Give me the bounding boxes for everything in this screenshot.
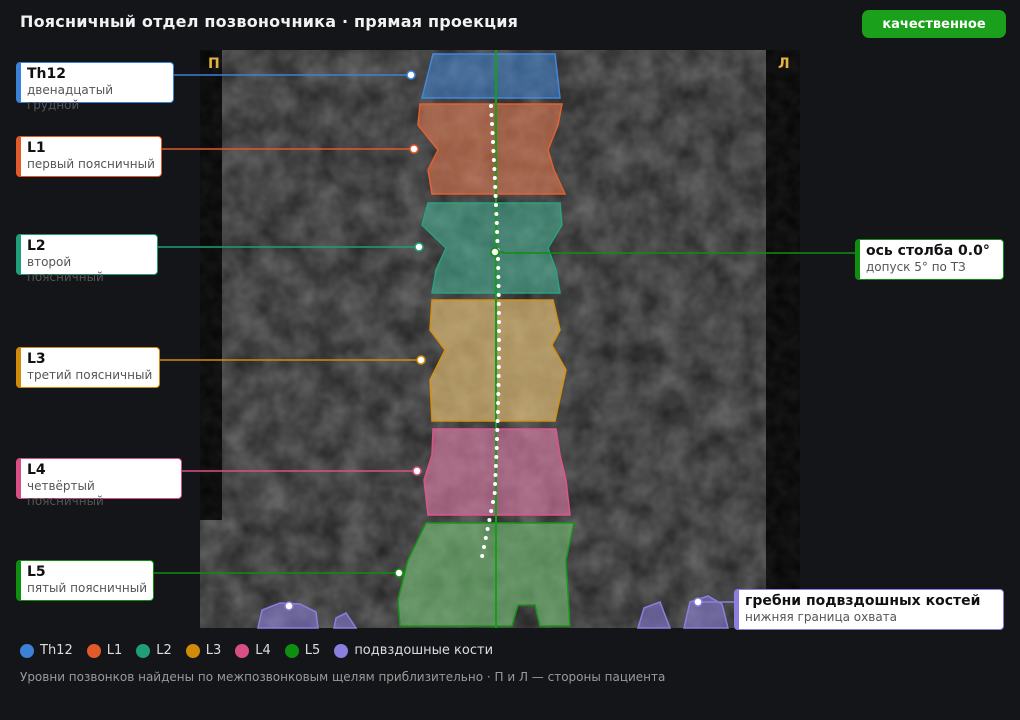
centerline-dot: [494, 212, 499, 216]
legend-swatch: [235, 643, 250, 658]
legend-item: Th12: [20, 643, 73, 658]
legend-label: подвздошные кости: [354, 643, 494, 658]
centerline-dot: [493, 194, 498, 198]
centerline-dot: [496, 257, 500, 261]
vertebra-desc: третий поясничный: [27, 368, 153, 382]
vertebra-desc: четвёртый поясничный: [27, 479, 104, 508]
centerline-dot: [485, 527, 490, 531]
centerline-dot: [495, 230, 500, 234]
centerline-dot: [494, 203, 498, 207]
axis-tolerance: допуск 5° по ТЗ: [866, 260, 966, 274]
centerline-dot: [490, 131, 495, 135]
vertebra-name: L4: [27, 462, 46, 478]
centerline-dot: [496, 365, 501, 369]
legend-swatch: [86, 643, 101, 658]
centerline-dot: [483, 536, 488, 540]
centerline-dot: [496, 374, 501, 378]
centerline-dot: [493, 482, 498, 486]
legend-swatch: [284, 643, 299, 658]
centerline-dot: [494, 455, 499, 459]
axis-angle: ось столба 0.0°: [866, 243, 990, 259]
iliac-title: гребни подвздошных костей: [745, 593, 981, 609]
vertebra-desc: двенадцатый грудной: [27, 83, 114, 112]
legend-swatch: [185, 643, 200, 658]
centerline-dot: [496, 311, 501, 315]
centerline-dot: [495, 410, 500, 414]
centerline-dot: [493, 473, 498, 477]
legend-label: L1: [106, 643, 123, 658]
centerline-dot: [480, 554, 485, 558]
centerline-dot: [491, 149, 496, 153]
side-marker-right: П: [208, 56, 220, 72]
legend-label: L2: [156, 643, 172, 658]
legend-item: L4: [235, 643, 271, 658]
vertebra-name: L2: [27, 238, 46, 254]
centerline-dot: [496, 302, 501, 306]
centerline-dot: [493, 464, 498, 468]
legend-item: подвздошные кости: [334, 643, 493, 658]
legend-swatch: [334, 643, 349, 658]
centerline-dot: [491, 158, 496, 162]
legend-swatch: [20, 643, 34, 658]
footnote: Уровни позвонков найдены по межпозвонков…: [20, 670, 666, 684]
centerline-dot: [497, 347, 501, 351]
centerline-dot: [493, 185, 498, 189]
legend-label: Th12: [40, 643, 73, 658]
centerline-dot: [491, 140, 495, 144]
legend-item: L2: [136, 643, 172, 658]
centerline-dot: [496, 266, 501, 270]
side-marker-left: Л: [778, 56, 790, 72]
legend-swatch: [136, 643, 151, 658]
spine-axis-label[interactable]: ось столба 0.0° допуск 5° по ТЗ: [855, 239, 1004, 280]
centerline-dot: [496, 383, 501, 387]
vertebra-label-th12[interactable]: Th12 двенадцатый грудной: [16, 62, 174, 112]
centerline-dot: [487, 518, 492, 522]
centerline-dot: [495, 437, 499, 441]
legend: Th12 L1 L2 L3 L4 L5 подвздошные кости: [20, 643, 493, 658]
centerline-dot: [489, 113, 494, 117]
centerline-dot: [496, 401, 501, 405]
centerline-dot: [496, 284, 501, 288]
vertebra-label-l2[interactable]: L2 второй поясничный: [16, 234, 158, 284]
centerline-dot: [491, 500, 495, 504]
vertebra-name: L1: [27, 140, 46, 156]
centerline-dot: [492, 491, 497, 495]
centerline-dot: [497, 329, 501, 333]
centerline-dot: [489, 509, 494, 513]
vertebra-desc: первый поясничный: [27, 157, 155, 171]
vertebra-label-l5[interactable]: L5 пятый поясничный: [16, 560, 154, 601]
centerline-dot: [495, 419, 500, 423]
legend-label: L5: [304, 643, 321, 658]
iliac-desc: нижняя граница охвата: [745, 610, 898, 624]
vertebra-label-l3[interactable]: L3 третий поясничный: [16, 347, 160, 388]
vertebra-name: Th12: [27, 66, 66, 82]
vertebra-name: L3: [27, 351, 46, 367]
vertebra-name: L5: [27, 564, 46, 580]
iliac-crest-label[interactable]: гребни подвздошных костей нижняя граница…: [734, 589, 1004, 630]
centerline-dot: [492, 176, 497, 180]
centerline-dot: [490, 122, 494, 126]
legend-label: L4: [255, 643, 271, 658]
legend-item: L5: [284, 643, 321, 658]
legend-item: L3: [185, 643, 222, 658]
centerline-dot: [489, 104, 493, 108]
centerline-dot: [495, 428, 500, 432]
centerline-dot: [494, 221, 499, 225]
centerline-dot: [496, 275, 501, 279]
centerline-dot: [492, 167, 497, 171]
legend-label: L3: [205, 643, 222, 658]
vertebra-label-l1[interactable]: L1 первый поясничный: [16, 136, 162, 177]
legend-item: L1: [86, 643, 123, 658]
vertebra-desc: второй поясничный: [27, 255, 104, 284]
centerline-dot: [497, 320, 501, 324]
vertebra-label-l4[interactable]: L4 четвёртый поясничный: [16, 458, 182, 508]
centerline-dot: [495, 239, 500, 243]
centerline-dot: [496, 392, 501, 396]
vertebra-desc: пятый поясничный: [27, 581, 147, 595]
centerline-dot: [494, 446, 499, 450]
centerline-dot: [497, 338, 501, 342]
centerline-dot: [496, 293, 501, 297]
centerline-dot: [482, 545, 486, 549]
centerline-dot: [496, 356, 501, 360]
